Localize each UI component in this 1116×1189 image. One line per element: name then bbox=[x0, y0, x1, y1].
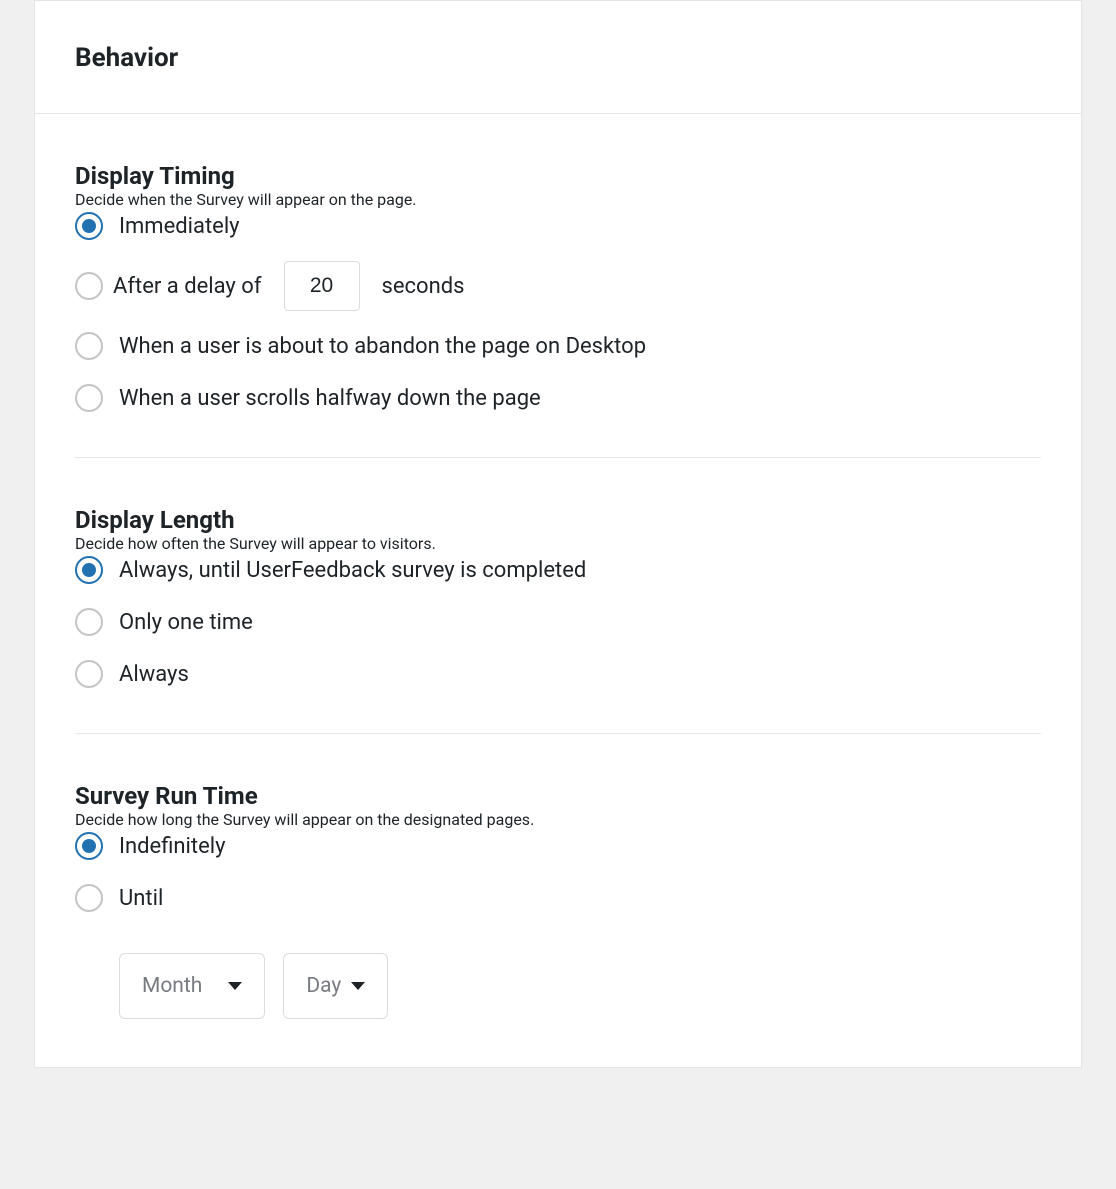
option-label: Only one time bbox=[119, 610, 253, 635]
radio-icon[interactable] bbox=[75, 212, 103, 240]
until-date-selects: Month Day bbox=[119, 953, 1041, 1019]
option-after-delay[interactable]: After a delay of seconds bbox=[75, 261, 1041, 311]
behavior-panel: Behavior Display Timing Decide when the … bbox=[34, 0, 1082, 1068]
panel-title: Behavior bbox=[75, 43, 1041, 73]
option-label-suffix: seconds bbox=[382, 274, 465, 299]
panel-header: Behavior bbox=[35, 1, 1081, 114]
option-until-complete[interactable]: Always, until UserFeedback survey is com… bbox=[75, 553, 1041, 587]
section-heading: Survey Run Time bbox=[75, 782, 1041, 810]
section-description: Decide how often the Survey will appear … bbox=[75, 534, 1041, 553]
option-immediately[interactable]: Immediately bbox=[75, 209, 1041, 243]
timing-options: Immediately After a delay of seconds Whe… bbox=[75, 209, 1041, 415]
option-label: Until bbox=[119, 886, 163, 911]
option-always[interactable]: Always bbox=[75, 657, 1041, 691]
radio-icon[interactable] bbox=[75, 832, 103, 860]
option-abandon-desktop[interactable]: When a user is about to abandon the page… bbox=[75, 329, 1041, 363]
radio-icon[interactable] bbox=[75, 556, 103, 584]
option-indefinitely[interactable]: Indefinitely bbox=[75, 829, 1041, 863]
option-label: When a user scrolls halfway down the pag… bbox=[119, 386, 541, 411]
select-label: Month bbox=[142, 974, 202, 998]
section-survey-run-time: Survey Run Time Decide how long the Surv… bbox=[75, 734, 1041, 1067]
section-display-length: Display Length Decide how often the Surv… bbox=[75, 458, 1041, 734]
section-display-timing: Display Timing Decide when the Survey wi… bbox=[75, 114, 1041, 458]
select-label: Day bbox=[306, 974, 341, 998]
runtime-options: Indefinitely Until Month Day bbox=[75, 829, 1041, 1019]
option-label: Always bbox=[119, 662, 189, 687]
section-heading: Display Length bbox=[75, 506, 1041, 534]
radio-icon[interactable] bbox=[75, 660, 103, 688]
radio-icon[interactable] bbox=[75, 384, 103, 412]
day-select[interactable]: Day bbox=[283, 953, 388, 1019]
section-description: Decide when the Survey will appear on th… bbox=[75, 190, 1041, 209]
radio-icon[interactable] bbox=[75, 608, 103, 636]
option-one-time[interactable]: Only one time bbox=[75, 605, 1041, 639]
panel-body: Display Timing Decide when the Survey wi… bbox=[35, 114, 1081, 1067]
chevron-down-icon bbox=[351, 982, 365, 990]
section-description: Decide how long the Survey will appear o… bbox=[75, 810, 1041, 829]
option-label: When a user is about to abandon the page… bbox=[119, 334, 646, 359]
radio-icon[interactable] bbox=[75, 332, 103, 360]
radio-icon[interactable] bbox=[75, 272, 103, 300]
delay-seconds-input[interactable] bbox=[284, 261, 360, 311]
length-options: Always, until UserFeedback survey is com… bbox=[75, 553, 1041, 691]
month-select[interactable]: Month bbox=[119, 953, 265, 1019]
option-label: Always, until UserFeedback survey is com… bbox=[119, 558, 586, 583]
option-label: Indefinitely bbox=[119, 834, 226, 859]
option-label: Immediately bbox=[119, 214, 240, 239]
option-scroll-halfway[interactable]: When a user scrolls halfway down the pag… bbox=[75, 381, 1041, 415]
chevron-down-icon bbox=[228, 982, 242, 990]
radio-icon[interactable] bbox=[75, 884, 103, 912]
option-until[interactable]: Until bbox=[75, 881, 1041, 915]
option-label-prefix: After a delay of bbox=[113, 274, 262, 299]
section-heading: Display Timing bbox=[75, 162, 1041, 190]
